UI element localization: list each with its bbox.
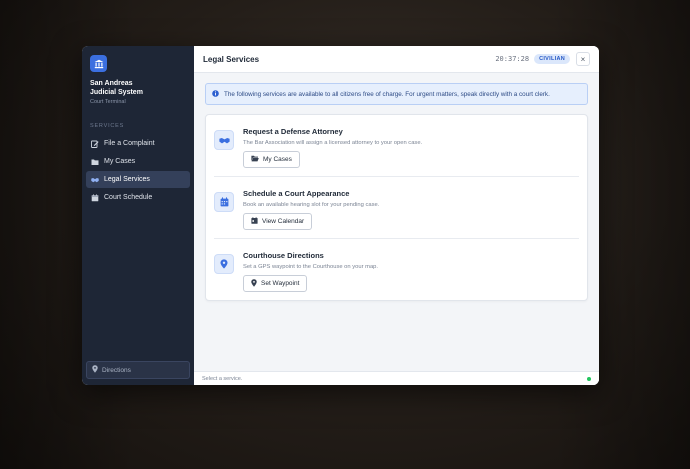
calendar-day-icon xyxy=(251,217,258,226)
service-body: Schedule a Court Appearance Book an avai… xyxy=(243,186,579,230)
sidebar-item-label: Court Schedule xyxy=(104,194,153,201)
close-icon: × xyxy=(580,54,586,64)
brand-title-line2: Judicial System xyxy=(90,89,143,96)
sidebar-item-label: Legal Services xyxy=(104,176,150,183)
service-court-appearance: Schedule a Court Appearance Book an avai… xyxy=(214,177,579,239)
close-button[interactable]: × xyxy=(576,52,590,66)
view-calendar-button[interactable]: View Calendar xyxy=(243,213,313,230)
status-indicator xyxy=(587,376,591,381)
info-banner: The following services are available to … xyxy=(205,83,588,105)
sidebar: San Andreas Judicial System Court Termin… xyxy=(82,46,194,385)
sidebar-item-my-cases[interactable]: My Cases xyxy=(86,153,190,170)
courthouse-icon xyxy=(90,55,107,72)
service-description: The Bar Association will assign a licens… xyxy=(243,140,423,146)
directions-button[interactable]: Directions xyxy=(86,361,190,379)
map-pin-icon xyxy=(214,254,234,274)
button-label: View Calendar xyxy=(262,218,305,225)
clock: 20:37:28 xyxy=(495,55,530,63)
page-title: Legal Services xyxy=(203,54,260,64)
service-title: Courthouse Directions xyxy=(243,251,324,260)
sidebar-item-file-complaint[interactable]: File a Complaint xyxy=(86,135,190,152)
sidebar-item-legal-services[interactable]: Legal Services xyxy=(86,171,190,188)
sidebar-nav: File a Complaint My Cases Legal Services… xyxy=(82,135,194,207)
calendar-icon xyxy=(214,192,234,212)
edit-icon xyxy=(91,140,99,148)
service-title: Request a Defense Attorney xyxy=(243,127,343,136)
service-description: Book an available hearing slot for your … xyxy=(243,202,380,208)
brand-title-line1: San Andreas xyxy=(90,80,133,87)
button-label: My Cases xyxy=(263,156,292,163)
section-label-services: SERVICES xyxy=(90,123,125,129)
sidebar-footer: Directions xyxy=(86,361,190,379)
sidebar-item-court-schedule[interactable]: Court Schedule xyxy=(86,189,190,206)
map-pin-icon xyxy=(92,365,98,375)
handshake-icon xyxy=(214,130,234,150)
info-icon xyxy=(212,89,219,99)
header: Legal Services 20:37:28 CIVILIAN × xyxy=(194,46,599,73)
brand: San Andreas Judicial System Court Termin… xyxy=(82,46,194,105)
button-label: Set Waypoint xyxy=(261,280,300,287)
service-title: Schedule a Court Appearance xyxy=(243,189,350,198)
set-waypoint-button[interactable]: Set Waypoint xyxy=(243,275,308,292)
map-pin-icon xyxy=(251,278,257,289)
calendar-icon xyxy=(91,193,99,202)
status-text: Select a service. xyxy=(202,375,243,382)
service-description: Set a GPS waypoint to the Courthouse on … xyxy=(243,264,379,270)
sidebar-item-label: My Cases xyxy=(104,158,136,165)
status-bar: Select a service. xyxy=(194,371,599,385)
main-panel: Legal Services 20:37:28 CIVILIAN × The f… xyxy=(194,46,599,385)
handshake-icon xyxy=(91,176,99,184)
services-card: Request a Defense Attorney The Bar Assoc… xyxy=(205,114,588,301)
role-badge: CIVILIAN xyxy=(534,54,570,64)
service-body: Courthouse Directions Set a GPS waypoint… xyxy=(243,248,579,292)
court-terminal-window: San Andreas Judicial System Court Termin… xyxy=(82,46,599,385)
service-courthouse-directions: Courthouse Directions Set a GPS waypoint… xyxy=(214,239,579,300)
service-defense-attorney: Request a Defense Attorney The Bar Assoc… xyxy=(214,115,579,177)
content: The following services are available to … xyxy=(194,73,599,371)
folder-open-icon xyxy=(251,155,259,164)
sidebar-item-label: File a Complaint xyxy=(104,140,155,147)
service-body: Request a Defense Attorney The Bar Assoc… xyxy=(243,124,579,168)
folder-icon xyxy=(91,158,99,166)
info-text: The following services are available to … xyxy=(224,90,550,98)
my-cases-button[interactable]: My Cases xyxy=(243,151,300,168)
directions-label: Directions xyxy=(102,366,131,374)
